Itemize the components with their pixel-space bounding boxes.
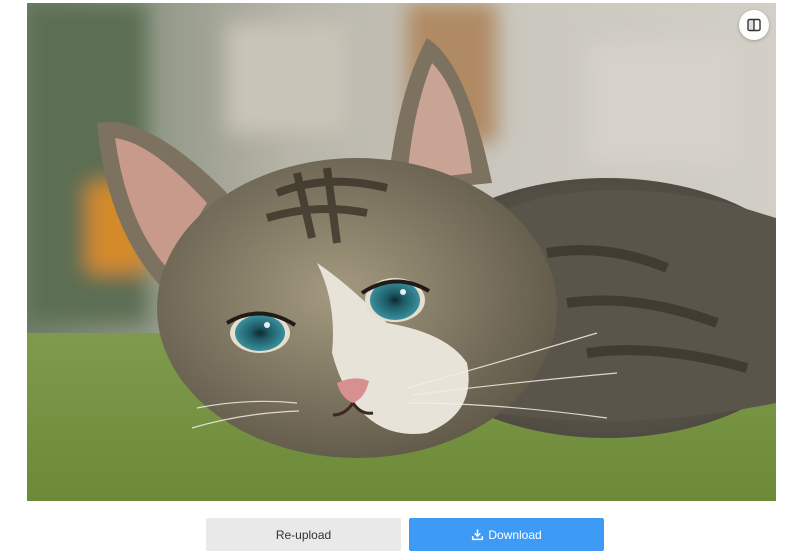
download-label: Download bbox=[488, 527, 542, 542]
compare-icon bbox=[747, 18, 761, 32]
compare-toggle-button[interactable] bbox=[739, 10, 769, 40]
download-icon bbox=[472, 529, 484, 541]
page: Re-upload Download bbox=[0, 0, 800, 554]
download-button[interactable]: Download bbox=[409, 518, 604, 551]
result-image bbox=[27, 3, 776, 501]
kitten-photo bbox=[27, 3, 776, 501]
reupload-button[interactable]: Re-upload bbox=[206, 518, 401, 551]
reupload-label: Re-upload bbox=[275, 527, 332, 542]
action-bar: Re-upload Download bbox=[206, 518, 604, 551]
